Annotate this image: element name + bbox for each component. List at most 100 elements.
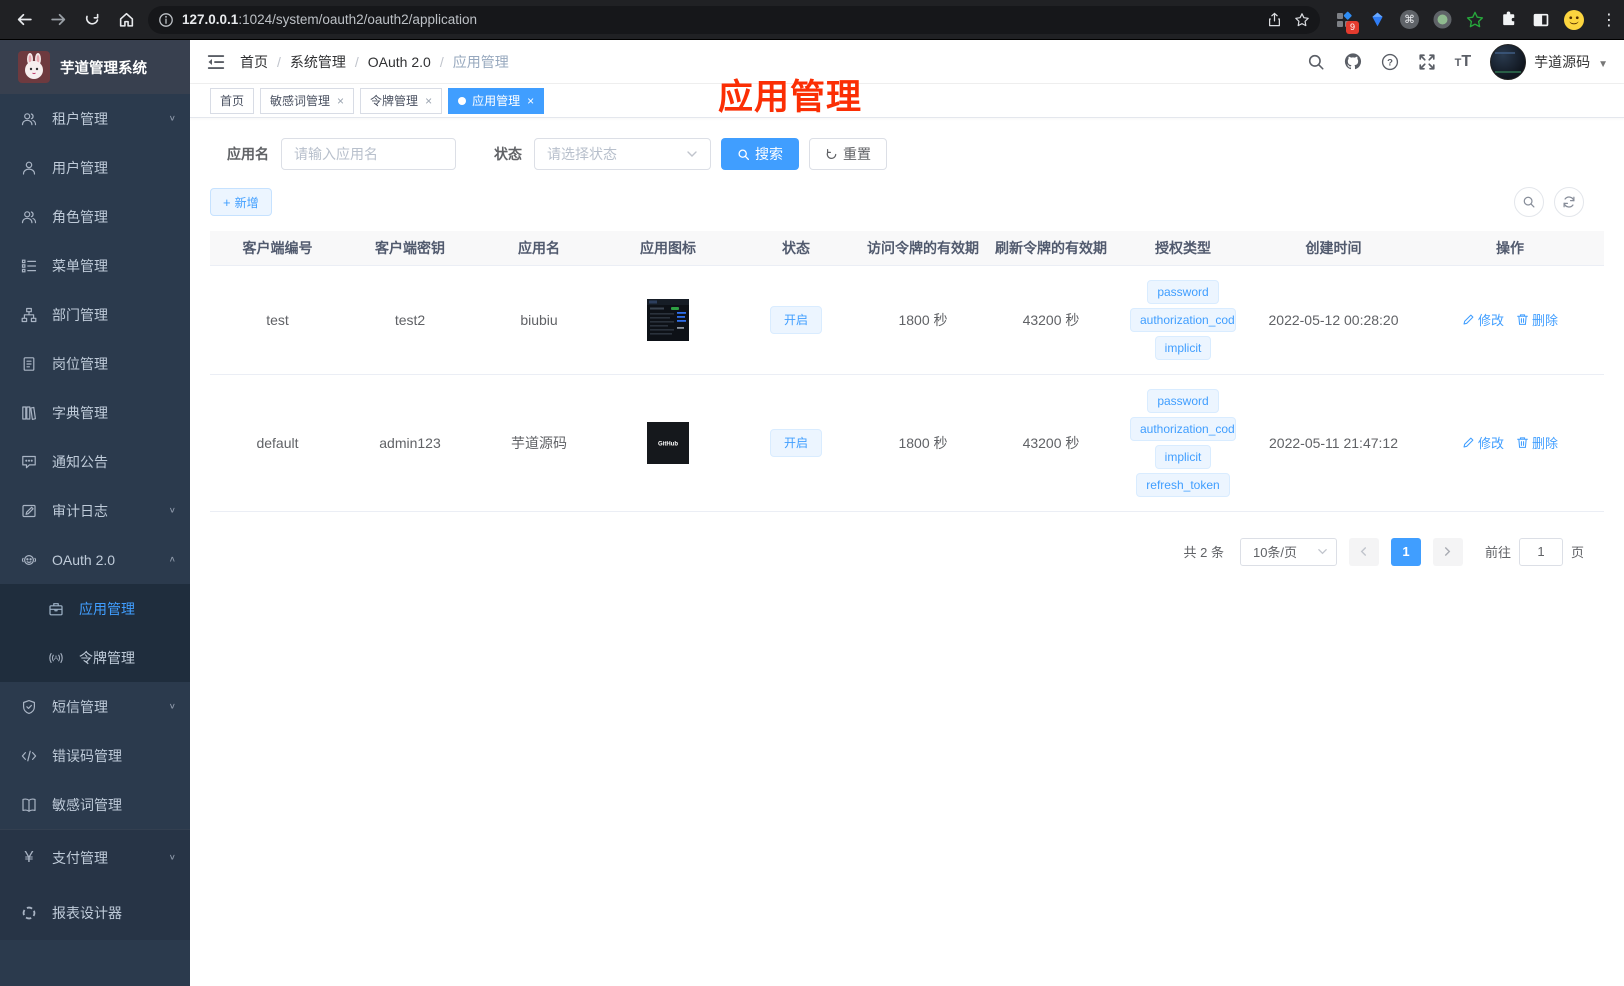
close-tab-icon[interactable]: ×	[425, 95, 432, 107]
edit-button[interactable]: 修改	[1462, 310, 1504, 329]
sidebar-item-oauth[interactable]: OAuth 2.0 ∧	[0, 535, 190, 584]
app-logo-bar[interactable]: 芋道管理系统	[0, 40, 190, 94]
id-badge-icon	[21, 356, 37, 372]
add-button[interactable]: + 新增	[210, 188, 272, 216]
font-size-icon[interactable]: TT	[1455, 53, 1472, 71]
user-name: 芋道源码	[1534, 53, 1591, 70]
next-page-button[interactable]	[1432, 537, 1463, 566]
back-icon[interactable]	[10, 6, 38, 34]
breadcrumb-oauth[interactable]: OAuth 2.0	[368, 54, 431, 70]
goto-page-input[interactable]	[1518, 537, 1563, 566]
search-icon	[738, 148, 750, 160]
sidebar-menu: 租户管理 ∨ 用户管理 角色管理 菜单管理 部门管理 岗位管理 字典管理 通知公…	[0, 94, 190, 940]
refresh-icon	[826, 148, 837, 159]
url-bar[interactable]: 127.0.0.1:1024/system/oauth2/oauth2/appl…	[148, 5, 1320, 34]
sidebar-item-dict[interactable]: 字典管理	[0, 388, 190, 437]
sidebar-item-sensitive[interactable]: 敏感词管理	[0, 780, 190, 829]
close-tab-icon[interactable]: ×	[337, 95, 344, 107]
search-button[interactable]: 搜索	[721, 138, 799, 170]
edit-button[interactable]: 修改	[1462, 433, 1504, 452]
extension-record-icon[interactable]	[1432, 10, 1452, 30]
user-icon	[21, 160, 37, 176]
delete-button[interactable]: 删除	[1516, 433, 1558, 452]
prev-page-button[interactable]	[1348, 537, 1379, 566]
extension-command-icon[interactable]: ⌘	[1400, 10, 1419, 29]
sidebar-item-menu[interactable]: 菜单管理	[0, 241, 190, 290]
status-label: 状态	[494, 146, 522, 162]
github-icon[interactable]	[1344, 53, 1362, 71]
tab-application[interactable]: 应用管理 ×	[448, 87, 545, 114]
sidebar-item-oauth-application[interactable]: 应用管理	[0, 584, 190, 633]
page-size-select[interactable]: 10条/页	[1239, 537, 1337, 566]
tab-home[interactable]: 首页	[210, 87, 255, 114]
breadcrumb-home[interactable]: 首页	[240, 52, 268, 72]
status-badge: 开启	[769, 428, 822, 457]
sidebar-item-oauth-token[interactable]: A 令牌管理	[0, 633, 190, 682]
help-icon[interactable]: ?	[1381, 53, 1399, 71]
col-access-ttl: 访问令牌的有效期	[859, 231, 987, 266]
page-number-button[interactable]: 1	[1390, 537, 1421, 566]
user-menu[interactable]: 芋道源码 ▼	[1490, 43, 1608, 80]
reload-icon[interactable]	[78, 6, 106, 34]
breadcrumb-separator: /	[277, 53, 281, 70]
breadcrumb-separator: /	[354, 53, 359, 70]
svg-text:GitHub: GitHub	[658, 441, 678, 447]
fullscreen-icon[interactable]	[1418, 53, 1436, 71]
open-book-icon	[21, 797, 37, 813]
sidebar-item-tenant[interactable]: 租户管理 ∨	[0, 94, 190, 143]
browser-menu-icon[interactable]: ⋮	[1597, 10, 1621, 30]
chevron-up-icon: ∧	[168, 555, 176, 564]
extension-grid-icon[interactable]: 9	[1334, 10, 1359, 34]
extension-sidepanel-icon[interactable]	[1531, 10, 1551, 30]
active-tab-dot	[458, 96, 467, 105]
bookmark-star-icon[interactable]	[1294, 12, 1310, 28]
grant-type-tag: authorization_code	[1130, 307, 1236, 332]
status-select[interactable]: 请选择状态	[534, 138, 711, 170]
tab-sensitive[interactable]: 敏感词管理 ×	[260, 87, 355, 114]
home-icon[interactable]	[112, 6, 140, 34]
sidebar-item-audit[interactable]: 审计日志 ∨	[0, 486, 190, 535]
sidebar-item-post[interactable]: 岗位管理	[0, 339, 190, 388]
site-info-icon[interactable]	[158, 12, 174, 28]
sidebar-item-user[interactable]: 用户管理	[0, 143, 190, 192]
pagination-total: 共 2 条	[1183, 545, 1224, 560]
delete-button[interactable]: 删除	[1516, 310, 1558, 329]
app-name-label: 应用名	[227, 146, 269, 162]
app-name-input[interactable]: 请输入应用名	[281, 138, 456, 170]
table-header-row: 客户端编号 客户端密钥 应用名 应用图标 状态 访问令牌的有效期 刷新令牌的有效…	[210, 231, 1604, 266]
breadcrumb-system[interactable]: 系统管理	[290, 52, 346, 72]
refresh-icon	[1563, 196, 1575, 208]
browser-extensions: 9 ⌘ ⋮	[1320, 9, 1624, 34]
profile-avatar-icon[interactable]	[1564, 9, 1584, 30]
trash-icon	[1517, 437, 1528, 448]
search-icon[interactable]	[1307, 53, 1325, 71]
col-status: 状态	[733, 231, 859, 266]
sidebar-item-dept[interactable]: 部门管理	[0, 290, 190, 339]
breadcrumb-current: 应用管理	[452, 53, 509, 70]
breadcrumb-separator: /	[439, 53, 444, 70]
breadcrumb: 首页 / 系统管理 / OAuth 2.0 / 应用管理	[240, 52, 509, 72]
search-icon	[1523, 196, 1535, 208]
collapse-sidebar-icon[interactable]	[206, 52, 226, 72]
sidebar-item-notice[interactable]: 通知公告	[0, 437, 190, 486]
sidebar-item-errorcode[interactable]: 错误码管理	[0, 731, 190, 780]
sidebar-item-report[interactable]: 报表设计器	[0, 885, 190, 940]
table-row: default admin123 芋道源码 GitHub 开启 1800 秒 4…	[210, 374, 1604, 512]
tab-token[interactable]: 令牌管理 ×	[360, 87, 443, 114]
toggle-search-button[interactable]	[1514, 187, 1544, 217]
sidebar-item-role[interactable]: 角色管理	[0, 192, 190, 241]
forward-icon[interactable]	[44, 6, 72, 34]
app-icon-github: GitHub	[647, 421, 689, 464]
refresh-table-button[interactable]	[1554, 187, 1584, 217]
goto-label: 前往	[1484, 545, 1511, 560]
extension-gem-icon[interactable]	[1367, 10, 1387, 30]
extension-star-icon[interactable]	[1465, 10, 1485, 30]
share-icon[interactable]	[1267, 12, 1282, 27]
sidebar-item-pay[interactable]: ¥ 支付管理 ∨	[0, 830, 190, 885]
extension-puzzle-icon[interactable]	[1498, 10, 1518, 30]
reset-button[interactable]: 重置	[809, 138, 887, 170]
sidebar-item-sms[interactable]: 短信管理 ∨	[0, 682, 190, 731]
url-text: 127.0.0.1:1024/system/oauth2/oauth2/appl…	[182, 12, 477, 27]
chevron-down-icon	[1318, 549, 1327, 555]
close-tab-icon[interactable]: ×	[527, 95, 534, 107]
